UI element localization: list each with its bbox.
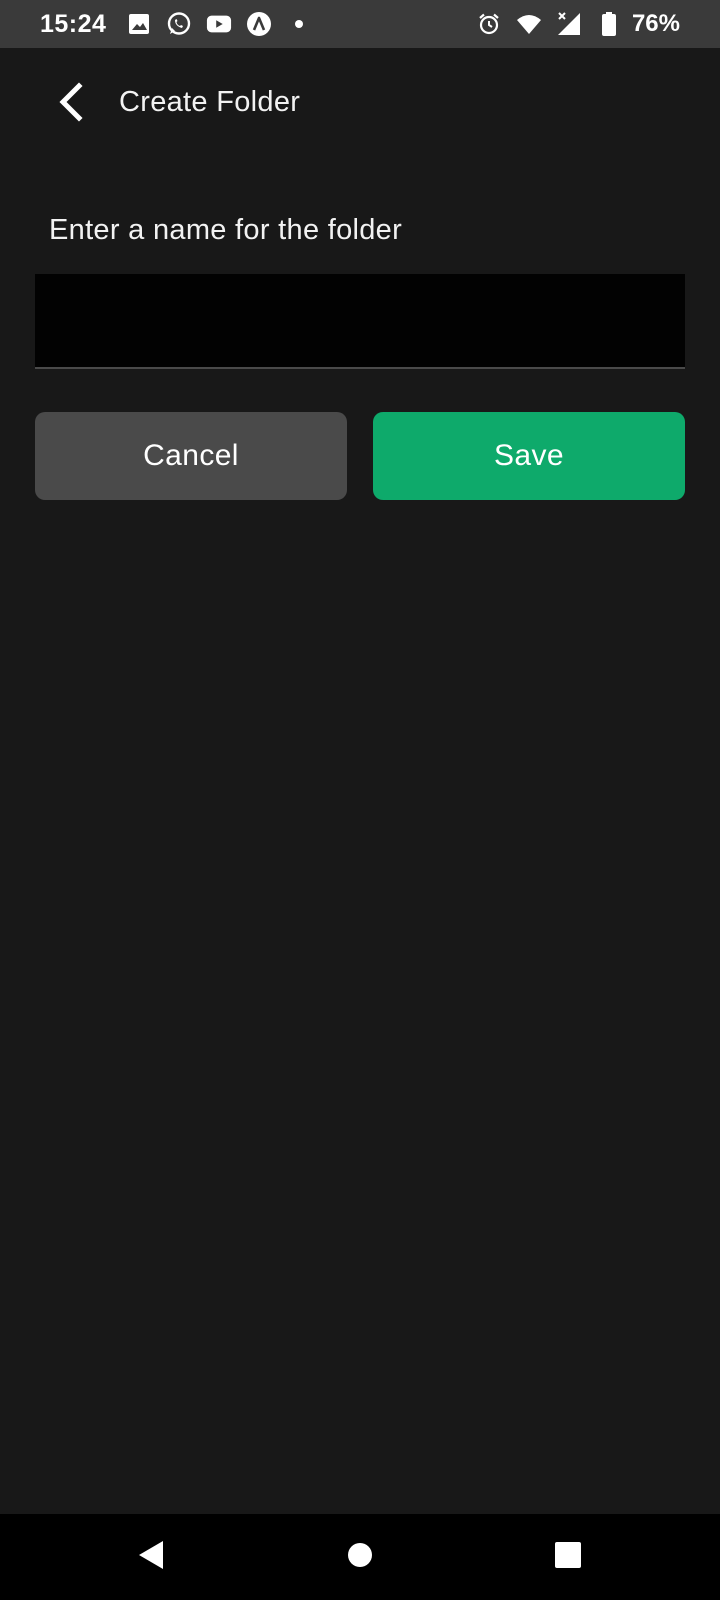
chevron-left-icon (55, 81, 85, 127)
whatsapp-icon (166, 11, 192, 37)
status-right: 76% (476, 10, 680, 38)
notification-dot-icon (286, 11, 312, 37)
recents-square-icon (554, 1541, 582, 1574)
cancel-button[interactable]: Cancel (35, 412, 347, 500)
battery-icon (596, 11, 622, 37)
create-folder-screen: 15:24 76% Create Folder Enter a name for… (0, 0, 720, 1600)
wifi-icon (516, 11, 542, 37)
arc-app-icon (246, 11, 272, 37)
youtube-icon (206, 11, 232, 37)
navigation-bar (0, 1514, 720, 1600)
gallery-icon (126, 11, 152, 37)
cell-signal-icon (556, 11, 582, 37)
status-time: 15:24 (40, 9, 107, 38)
app-header: Create Folder (0, 48, 720, 160)
folder-name-label: Enter a name for the folder (49, 214, 403, 246)
save-button[interactable]: Save (373, 412, 685, 500)
alarm-icon (476, 11, 502, 37)
nav-recents-button[interactable] (543, 1532, 593, 1582)
nav-home-button[interactable] (335, 1532, 385, 1582)
back-triangle-icon (136, 1539, 166, 1576)
page-title: Create Folder (119, 86, 301, 118)
home-circle-icon (346, 1541, 374, 1574)
back-button[interactable] (50, 81, 90, 127)
folder-name-input[interactable] (35, 274, 685, 369)
status-left: 15:24 (40, 10, 312, 39)
status-bar: 15:24 76% (0, 0, 720, 48)
battery-percent: 76% (631, 10, 680, 37)
nav-back-button[interactable] (126, 1532, 176, 1582)
